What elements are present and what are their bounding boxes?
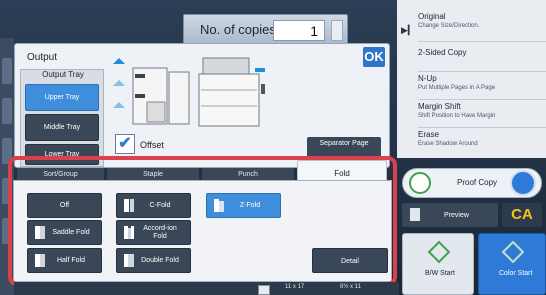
bw-start-button[interactable]: B/W Start: [402, 233, 474, 295]
proof-copy-label: Proof Copy: [457, 178, 498, 187]
strip-tab[interactable]: [2, 98, 12, 124]
left-tab-strip: [0, 38, 14, 295]
rp-title: 2-Sided Copy: [418, 48, 467, 57]
margin-shift-item[interactable]: Margin Shift Shift Position to Have Marg…: [418, 102, 546, 128]
paper-tray-icon: [258, 285, 270, 295]
n-up-item[interactable]: N-Up Put Multiple Pages in A Page: [418, 74, 546, 100]
accordion-fold-icon: [124, 226, 134, 239]
rp-title: Erase: [418, 130, 439, 139]
copies-bar: No. of copies 1: [183, 14, 348, 45]
offset-label: Offset: [140, 140, 164, 150]
preview-icon: [410, 208, 420, 221]
offset-checkbox[interactable]: ✔: [115, 134, 135, 154]
start-diamond-icon: [501, 240, 525, 264]
finisher-illustration-icon: [113, 57, 265, 127]
upper-tray-button[interactable]: Upper Tray: [25, 84, 99, 111]
rp-sub: Change Size/Direction.: [418, 23, 480, 29]
lower-tray-button[interactable]: Lower Tray: [25, 144, 99, 165]
rp-title: N-Up: [418, 74, 437, 83]
paper-size-1: 11 x 17: [285, 284, 305, 290]
clear-all-button[interactable]: CA: [502, 203, 542, 227]
separator-page-button[interactable]: Separator Page: [307, 137, 381, 160]
double-fold-icon: [124, 254, 134, 267]
proof-diamond-icon: [409, 172, 431, 194]
bw-start-label: B/W Start: [425, 270, 455, 277]
two-sided-copy-item[interactable]: 2-Sided Copy: [418, 48, 546, 72]
rp-sub: Shift Position to Have Margin: [418, 113, 496, 119]
copier-screen: No. of copies 1 Output OK Output Tray Up…: [0, 0, 546, 295]
erase-item[interactable]: Erase Erase Shadow Around: [418, 130, 546, 156]
output-tray-title: Output Tray: [42, 70, 84, 79]
fold-options-panel: Off C-Fold Z-Fold Saddle Fold Accord-ion…: [13, 180, 392, 282]
half-fold-button[interactable]: Half Fold: [27, 248, 102, 273]
accordion-fold-button[interactable]: Accord-ion Fold: [116, 220, 191, 245]
ok-button[interactable]: OK: [363, 47, 385, 67]
color-start-label: Color Start: [499, 270, 533, 277]
proof-start-icon[interactable]: [510, 170, 536, 196]
strip-tab[interactable]: [2, 58, 12, 84]
output-title: Output: [27, 52, 58, 63]
fold-option-label: Half Fold: [56, 256, 85, 264]
paper-size-2: 8½ x 11: [340, 284, 361, 290]
play-arrow-icon[interactable]: ▶▎: [401, 25, 415, 36]
middle-tray-button[interactable]: Middle Tray: [25, 114, 99, 141]
color-start-button[interactable]: Color Start: [478, 233, 546, 295]
output-panel: Output OK Output Tray Upper Tray Middle …: [14, 43, 390, 168]
rp-title: Original: [418, 12, 446, 21]
fold-option-label: Double Fold: [141, 256, 179, 264]
fold-option-label: Off: [59, 201, 70, 209]
original-item[interactable]: Original Change Size/Direction.: [418, 12, 546, 42]
fold-option-label: Accord-ion Fold: [143, 224, 177, 240]
c-fold-icon: [124, 199, 134, 212]
detail-button[interactable]: Detail: [312, 248, 388, 273]
z-fold-button[interactable]: Z-Fold: [206, 193, 281, 218]
saddle-fold-button[interactable]: Saddle Fold: [27, 220, 102, 245]
fold-off-button[interactable]: Off: [27, 193, 102, 218]
double-fold-button[interactable]: Double Fold: [116, 248, 191, 273]
rp-title: Margin Shift: [418, 102, 461, 111]
output-tray-group: Output Tray Upper Tray Middle Tray Lower…: [20, 69, 104, 167]
saddle-fold-icon: [35, 226, 45, 239]
copies-input[interactable]: 1: [273, 20, 325, 41]
strip-tab[interactable]: [2, 138, 12, 164]
half-fold-icon: [35, 254, 45, 267]
rp-sub: Erase Shadow Around: [418, 141, 478, 147]
copies-label: No. of copies: [200, 22, 276, 37]
strip-tab[interactable]: [2, 178, 12, 204]
fold-option-label: Saddle Fold: [52, 228, 90, 236]
preview-label: Preview: [444, 212, 469, 219]
rp-sub: Put Multiple Pages in A Page: [418, 85, 496, 91]
strip-tab[interactable]: [2, 218, 12, 244]
start-diamond-icon: [427, 240, 451, 264]
fold-option-label: C-Fold: [149, 201, 171, 209]
c-fold-button[interactable]: C-Fold: [116, 193, 191, 218]
fold-option-label: Z-Fold: [239, 201, 261, 209]
copies-stepper[interactable]: [331, 20, 343, 41]
z-fold-icon: [214, 199, 224, 212]
